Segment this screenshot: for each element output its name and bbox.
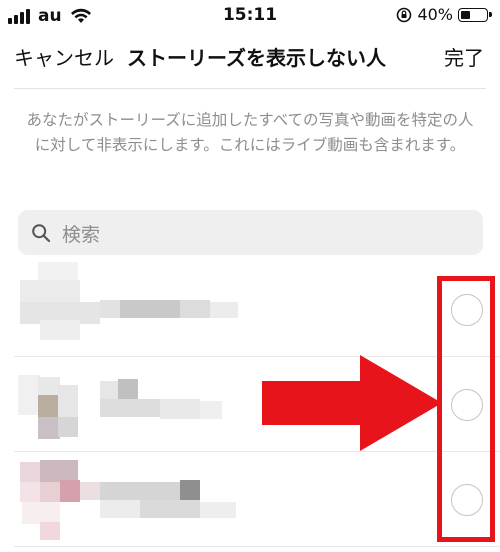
navigation-header: キャンセル ストーリーズを表示しない人 完了 [0, 36, 500, 78]
page-title: ストーリーズを表示しない人 [127, 46, 386, 70]
battery-level-fill [461, 10, 471, 19]
arrow-right-icon [262, 355, 442, 451]
done-button[interactable]: 完了 [444, 42, 484, 71]
cancel-button[interactable]: キャンセル [14, 42, 114, 71]
rotation-lock-icon [397, 7, 412, 22]
search-input[interactable]: 検索 [62, 220, 100, 247]
highlight-box [437, 276, 495, 542]
search-icon [32, 224, 51, 243]
row-divider [14, 546, 500, 547]
description-text: あなたがストーリーズに追加したすべての写真や動画を特定の人に対して非表示にします… [26, 111, 474, 154]
list-item[interactable] [0, 452, 500, 546]
list-item[interactable] [0, 262, 500, 356]
battery-percent: 40% [417, 5, 453, 24]
battery-icon [458, 7, 492, 22]
status-bar: au 15:11 40% [0, 0, 500, 32]
search-bar[interactable]: 検索 [18, 210, 483, 255]
header-divider [14, 88, 486, 89]
